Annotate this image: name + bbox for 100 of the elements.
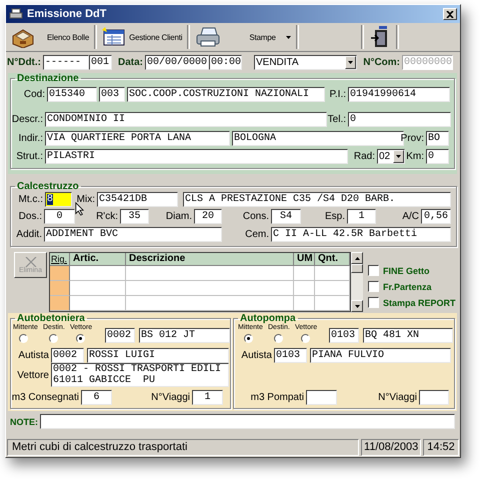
text-field[interactable]: ROSSI LUIGI <box>87 348 229 363</box>
column-header[interactable]: UM <box>294 253 315 266</box>
text-field[interactable]: ------ <box>43 54 89 70</box>
checkbox-option[interactable]: Fr.Partenza <box>368 281 456 292</box>
field-label: Rad: <box>354 151 376 162</box>
column-header[interactable]: Qnt. <box>315 253 350 266</box>
field-label: Tel.: <box>328 114 347 125</box>
cursor-icon <box>75 202 84 216</box>
field-label: NOTE: <box>10 416 39 426</box>
radio-button[interactable] <box>244 334 253 343</box>
checkbox[interactable] <box>368 297 379 308</box>
text-field[interactable] <box>306 390 337 405</box>
text-field[interactable]: PILASTRI <box>45 149 348 164</box>
table-cell[interactable] <box>315 296 350 311</box>
table-cell[interactable] <box>50 281 70 296</box>
table-cell[interactable] <box>294 266 315 281</box>
text-field[interactable]: 0002 - ROSSI TRASPORTI EDILI 61011 GABICCE PU <box>51 363 229 387</box>
field-label: Cod: <box>24 89 46 100</box>
field-label: Addit. <box>16 229 43 240</box>
table-cell[interactable] <box>70 266 126 281</box>
column-header[interactable]: Artic. <box>70 253 126 266</box>
text-field[interactable]: BO <box>426 131 449 146</box>
text-field[interactable] <box>419 390 449 405</box>
table-cell[interactable] <box>50 266 70 281</box>
down-arrow-icon <box>354 304 360 308</box>
text-field[interactable]: 1 <box>347 209 376 224</box>
text-field[interactable]: 00:00 <box>209 54 242 70</box>
text-field[interactable]: C II A-LL 42.5R Barbetti <box>271 227 451 242</box>
table-cell[interactable] <box>294 281 315 296</box>
text-field[interactable]: 0002 <box>51 348 84 363</box>
text-field[interactable]: 003 <box>99 87 125 102</box>
dropdown[interactable]: 02 <box>377 149 405 164</box>
field-label: Cem. <box>245 229 270 240</box>
table-cell[interactable] <box>315 266 350 281</box>
text-field[interactable]: BQ 481 XN <box>363 328 453 343</box>
text-field[interactable]: CONDOMINIO II <box>45 112 327 127</box>
column-header[interactable]: Rig. <box>50 253 70 266</box>
text-field[interactable]: ADDIMENT BVC <box>44 227 222 242</box>
radio-button[interactable] <box>301 334 310 343</box>
scroll-thumb[interactable] <box>351 264 363 273</box>
table-cell[interactable] <box>294 296 315 311</box>
text-field[interactable]: 00/00/0000 <box>145 54 209 70</box>
text-field[interactable]: PIANA FULVIO <box>310 348 451 363</box>
checkbox[interactable] <box>368 265 379 276</box>
text-field[interactable]: CLS A PRESTAZIONE C35 /S4 D20 BARB. <box>183 192 451 207</box>
scroll-down-button[interactable] <box>351 300 363 312</box>
text-field[interactable]: S4 <box>271 209 301 224</box>
text-field[interactable]: SOC.COOP.COSTRUZIONI NAZIONALI <box>127 87 325 102</box>
dropdown[interactable]: VENDITA <box>254 54 357 70</box>
text-field[interactable]: 0 <box>44 209 75 224</box>
table-cell[interactable] <box>70 281 126 296</box>
table-cell[interactable] <box>70 296 126 311</box>
table-cell[interactable] <box>126 296 294 311</box>
text-field[interactable]: BS 012 JT <box>139 328 230 343</box>
caret-icon <box>286 36 291 38</box>
text-field[interactable]: VIA QUARTIERE PORTA LANA <box>45 131 230 146</box>
text-field[interactable]: 0103 <box>329 328 359 343</box>
scroll-up-button[interactable] <box>351 252 363 264</box>
field-label: Data: <box>118 56 144 68</box>
text-field[interactable]: 0 <box>348 112 451 127</box>
radio-button[interactable] <box>49 334 58 343</box>
field-label: N°Viaggi <box>151 392 191 403</box>
text-field[interactable]: 20 <box>194 209 222 224</box>
group-title: Calcestruzzo <box>16 181 80 192</box>
field-label: R'ck: <box>96 211 119 222</box>
field-label: Autista <box>18 350 50 361</box>
field-label: Strut.: <box>16 151 44 162</box>
text-field[interactable]: 8 <box>45 192 72 207</box>
table-cell[interactable] <box>315 281 350 296</box>
text-field[interactable]: C35421DB <box>97 192 178 207</box>
text-field[interactable]: 0 <box>426 149 449 164</box>
checkbox-option[interactable]: Stampa REPORT <box>368 297 456 308</box>
field-label: Vettore <box>17 370 50 380</box>
field-label: m3 Pompati <box>250 392 305 403</box>
window-icon <box>102 27 126 47</box>
text-field[interactable]: 001 <box>89 54 112 70</box>
text-field[interactable]: 01941990614 <box>348 87 450 102</box>
toolbar-button[interactable]: Stampe <box>191 24 295 50</box>
text-field[interactable]: 0103 <box>274 348 307 363</box>
table-cell[interactable] <box>50 296 70 311</box>
radio-button[interactable] <box>19 334 28 343</box>
table-cell[interactable] <box>126 266 294 281</box>
column-header[interactable]: Descrizione <box>126 253 294 266</box>
text-field[interactable]: 6 <box>81 390 112 405</box>
toolbar-button[interactable]: Elenco Bolle <box>7 24 94 50</box>
text-field[interactable]: 015340 <box>47 87 97 102</box>
text-field[interactable]: 0,56 <box>421 209 451 224</box>
text-field[interactable]: 1 <box>192 390 223 405</box>
checkbox-option[interactable]: FINE Getto <box>368 265 456 276</box>
radio-button[interactable] <box>274 334 283 343</box>
status-text: 11/08/2003 <box>361 439 422 456</box>
checkbox[interactable] <box>368 281 379 292</box>
text-field[interactable]: 35 <box>120 209 149 224</box>
close-button[interactable] <box>443 8 457 20</box>
toolbar-button[interactable]: Gestione Clienti <box>98 24 186 50</box>
table-cell[interactable] <box>126 281 294 296</box>
text-field[interactable] <box>40 414 455 429</box>
text-field[interactable]: 0002 <box>105 328 135 343</box>
radio-button[interactable] <box>76 334 85 343</box>
scrollbar[interactable] <box>351 252 363 312</box>
